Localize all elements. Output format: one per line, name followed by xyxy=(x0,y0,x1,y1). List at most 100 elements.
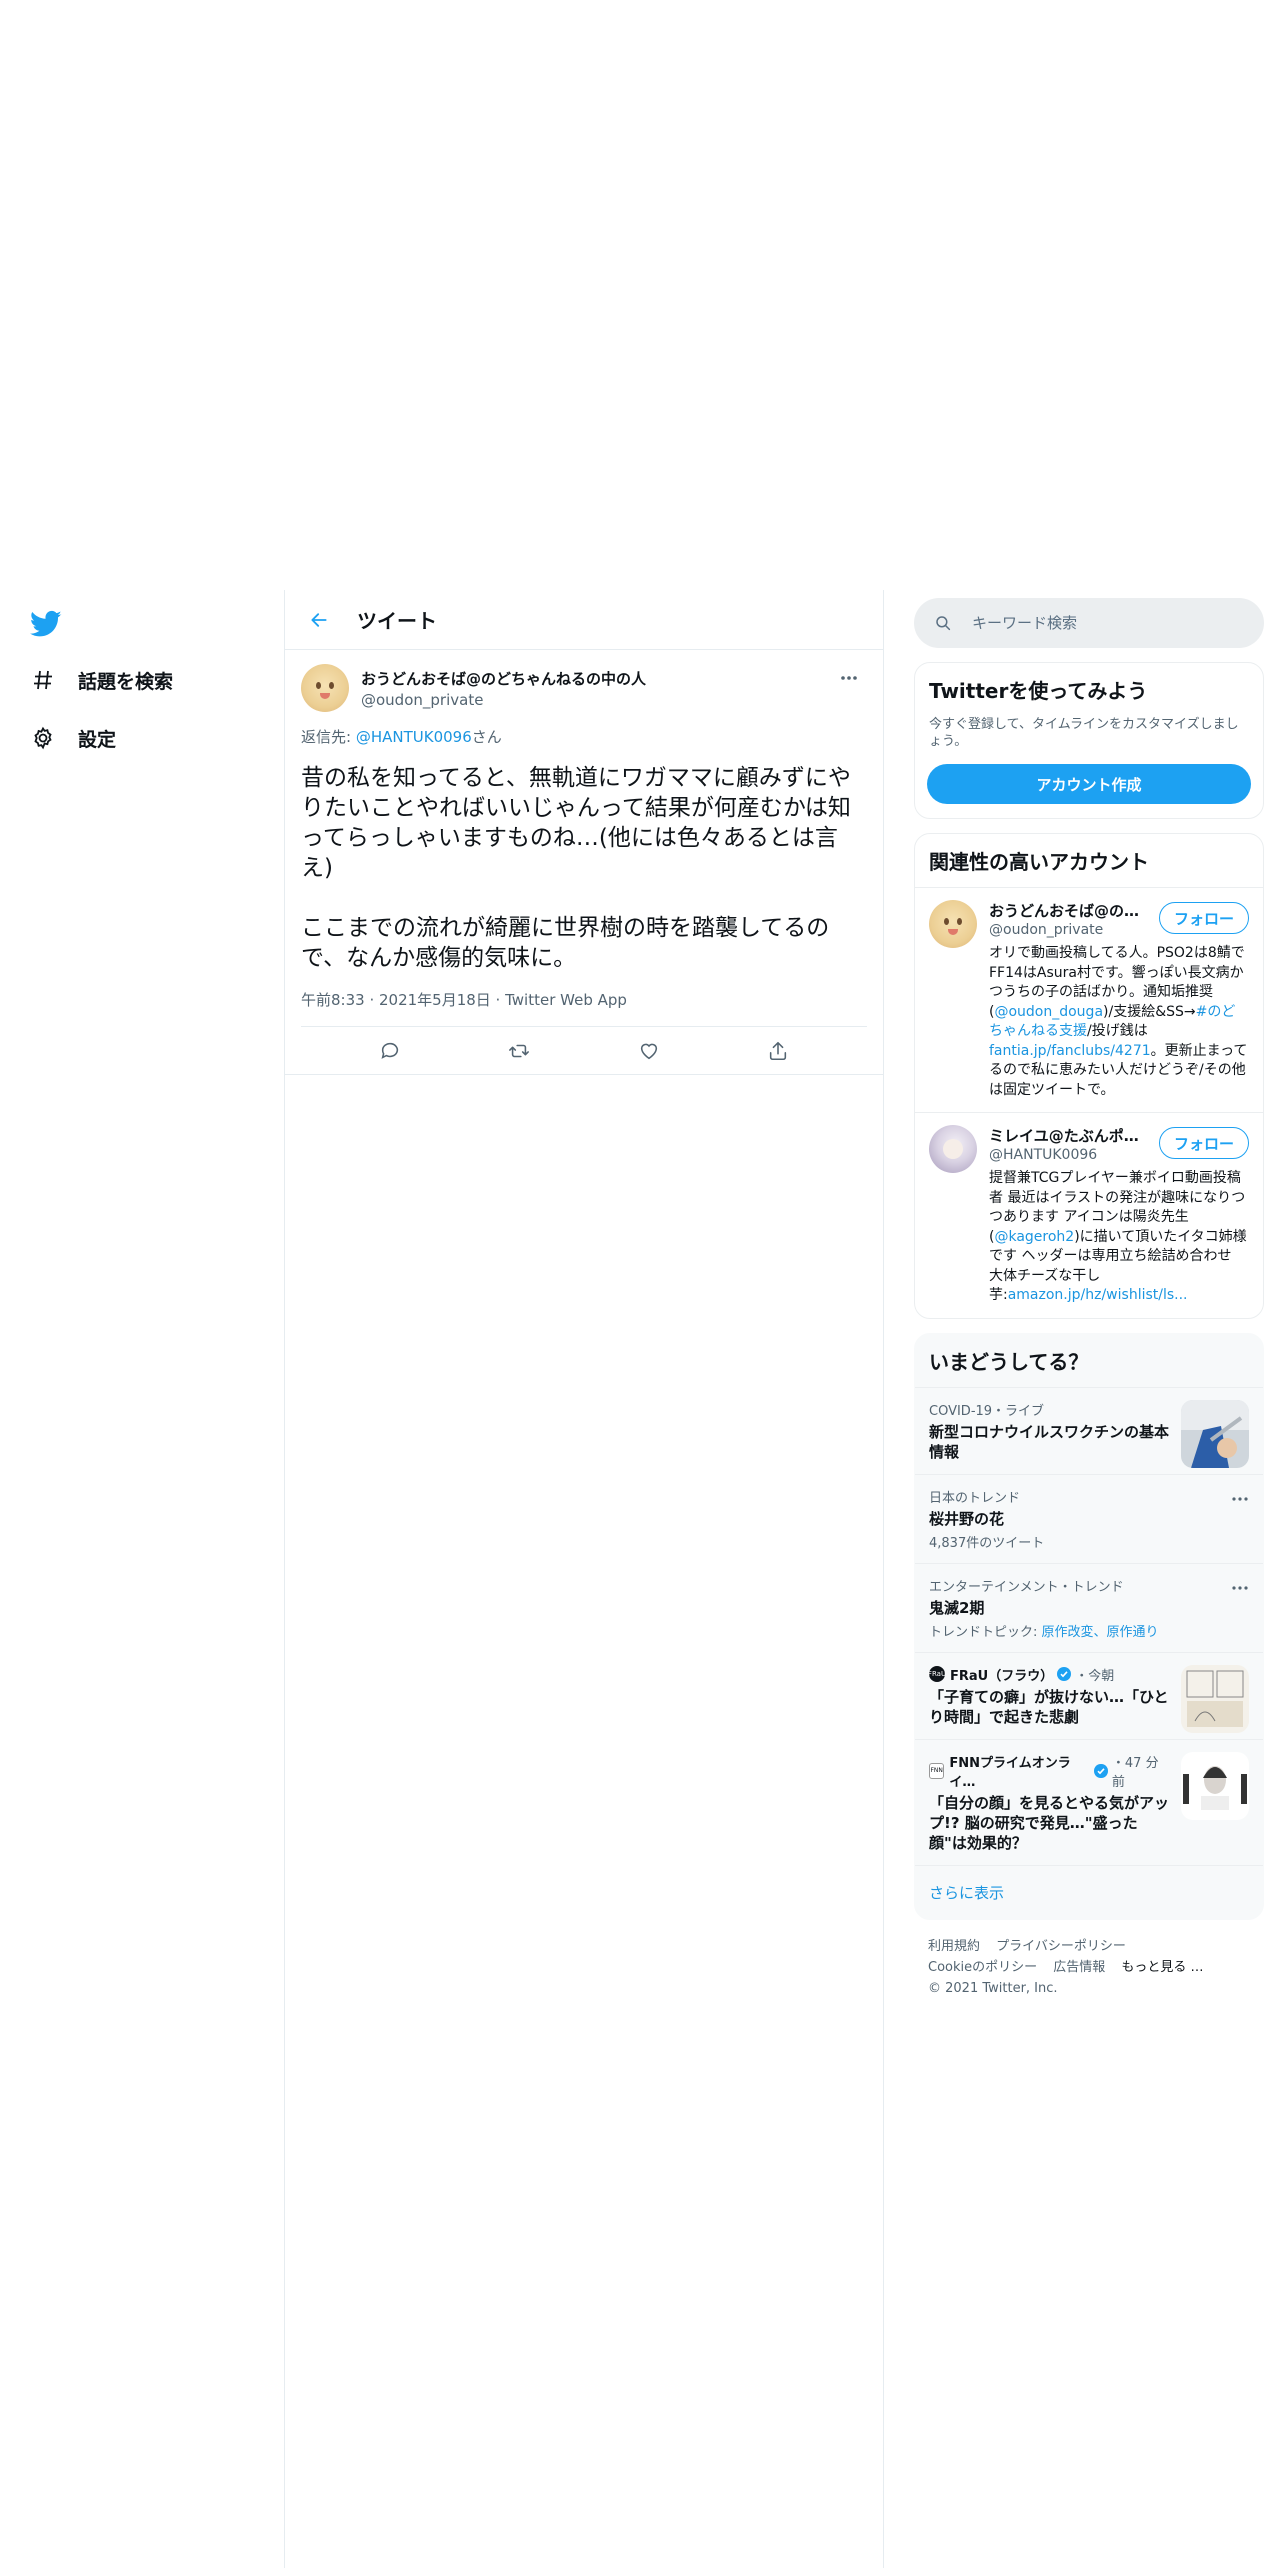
search-input[interactable] xyxy=(972,614,1232,632)
trends-title: いまどうしてる？ xyxy=(929,1349,1089,1374)
source-logo: FNN xyxy=(929,1762,945,1779)
create-account-button[interactable]: アカウント作成 xyxy=(927,764,1251,804)
trend-thumbnail xyxy=(1181,1751,1249,1820)
show-more-link[interactable]: さらに表示 xyxy=(915,1864,1263,1919)
footer: 利用規約 プライバシーポリシー Cookieのポリシー 広告情報 もっと見る …… xyxy=(914,1920,1264,2015)
news-time: ・47 分前 xyxy=(1111,1755,1159,1790)
verified-badge-icon xyxy=(1094,1763,1108,1778)
trend-category: エンターテインメント・トレンド xyxy=(929,1579,1124,1595)
tweet-timestamp[interactable]: 午前8:33 · 2021年5月18日 · Twitter Web App xyxy=(301,989,867,1027)
account-name[interactable]: ミレイユ@たぶんポ… xyxy=(989,1125,1149,1146)
back-button[interactable] xyxy=(299,600,339,640)
related-title: 関連性の高いアカウント xyxy=(929,850,1149,874)
signup-card: Twitterを使ってみよう 今すぐ登録して、タイムラインをカスタマイズしましょ… xyxy=(914,662,1264,819)
author-handle[interactable]: @oudon_private xyxy=(361,691,646,709)
bio-link[interactable]: @kageroh2 xyxy=(994,1229,1074,1245)
trend-topics: トレンドトピック: 原作改変、原作通り xyxy=(929,1621,1249,1640)
heart-icon xyxy=(640,1043,657,1059)
hashtag-icon xyxy=(30,667,56,693)
account-name[interactable]: おうどんおそば@の… xyxy=(989,900,1149,921)
footer-link-more[interactable]: もっと見る … xyxy=(1121,1960,1203,1975)
account-bio: オリで動画投稿してる人。PSO2は8鯖でFF14はAsura村です。響っぽい長文… xyxy=(989,944,1249,1100)
main-header: ツイート xyxy=(285,590,883,650)
search-bar[interactable] xyxy=(914,598,1264,648)
account-bio: 提督兼TCGプレイヤー兼ボイロ動画投稿者 最近はイラストの発注が趣味になりつつあ… xyxy=(989,1169,1249,1306)
nav-explore[interactable]: 話題を検索 xyxy=(30,660,173,700)
source-logo: FRaU xyxy=(928,1666,946,1682)
bio-link[interactable]: fantia.jp/fanclubs/4271 xyxy=(989,1043,1151,1059)
reply-to: 返信先: @HANTUK0096さん xyxy=(301,726,867,747)
reply-icon xyxy=(381,1042,398,1059)
tweet-text: 昔の私を知ってると、無軌道にワガママに顧みずにやりたいことやればいいじゃんって結… xyxy=(301,765,851,971)
retweet-button[interactable] xyxy=(499,1031,539,1071)
trend-title: 「自分の顔」を見るとやる気がアップ!? 脳の研究で発見…"盛った顔"は効果的？ xyxy=(929,1793,1170,1852)
verified-badge-icon xyxy=(1057,1667,1072,1681)
related-account[interactable]: おうどんおそば@の… @oudon_private オリで動画投稿してる人。PS… xyxy=(915,887,1263,1112)
source-name: FNNプライムオンライ… xyxy=(949,1755,1071,1790)
signup-title: Twitterを使ってみよう xyxy=(929,679,1148,703)
trend-category: COVID-19・ライブ xyxy=(929,1403,1045,1419)
share-icon xyxy=(770,1041,787,1060)
tweet-author: おうどんおそば@のどちゃんねるの中の人 @oudon_private xyxy=(301,650,867,726)
footer-link-ads[interactable]: 広告情報 xyxy=(1053,1960,1105,1975)
trend-item[interactable]: FNN FNNプライムオンライ… ・47 分前 「自分の顔」を見るとやる気がアッ… xyxy=(915,1738,1263,1865)
nav-settings[interactable]: 設定 xyxy=(30,718,116,758)
news-time: ・今朝 xyxy=(1075,1668,1115,1684)
more-options-icon[interactable] xyxy=(835,668,863,688)
trend-title: 新型コロナウイルスワクチンの基本情報 xyxy=(929,1422,1170,1461)
trend-thumbnail xyxy=(1181,1399,1249,1468)
reply-button[interactable] xyxy=(370,1031,410,1071)
nav-settings-label: 設定 xyxy=(78,728,117,751)
copyright: © 2021 Twitter, Inc. xyxy=(928,1980,1058,1996)
trend-title: 桜井野の花 xyxy=(929,1509,1005,1528)
twitter-logo-icon[interactable] xyxy=(29,608,62,640)
trend-category: 日本のトレンド xyxy=(929,1490,1021,1506)
related-account[interactable]: ミレイユ@たぶんポ… @HANTUK0096 提督兼TCGプレイヤー兼ボイロ動画… xyxy=(915,1112,1263,1318)
source-name: FRaU（フラウ） xyxy=(950,1668,1054,1684)
search-icon xyxy=(936,616,951,631)
account-avatar[interactable] xyxy=(929,900,977,948)
like-button[interactable] xyxy=(629,1031,669,1071)
follow-button[interactable]: フォロー xyxy=(1158,902,1249,934)
nav-explore-label: 話題を検索 xyxy=(78,670,174,693)
main-column: ツイート おうどんおそば@のどちゃんねるの中の人 @oudon_private … xyxy=(284,590,884,2568)
bio-text: /投げ銭は xyxy=(1087,1023,1148,1039)
reply-suffix: さん xyxy=(471,728,502,746)
gear-icon xyxy=(30,725,56,751)
author-avatar[interactable] xyxy=(301,664,349,712)
retweet-icon xyxy=(509,1044,530,1057)
bio-link[interactable]: amazon.jp/hz/wishlist/ls... xyxy=(1008,1287,1188,1303)
footer-link-privacy[interactable]: プライバシーポリシー xyxy=(996,1939,1126,1954)
tweet: おうどんおそば@のどちゃんねるの中の人 @oudon_private 返信先: … xyxy=(285,650,883,1075)
trend-topic-links[interactable]: 原作改変、原作通り xyxy=(1042,1625,1159,1640)
right-sidebar: Twitterを使ってみよう 今すぐ登録して、タイムラインをカスタマイズしましょ… xyxy=(914,598,1264,2015)
signup-subtitle: 今すぐ登録して、タイムラインをカスタマイズしましょう。 xyxy=(929,717,1239,749)
tweet-actions xyxy=(285,1027,883,1075)
author-name[interactable]: おうどんおそば@のどちゃんねるの中の人 xyxy=(361,668,646,689)
more-options-icon[interactable] xyxy=(1231,1487,1249,1506)
account-avatar[interactable] xyxy=(929,1125,977,1173)
reply-mention-link[interactable]: @HANTUK0096 xyxy=(356,728,472,746)
bio-link[interactable]: @oudon_douga xyxy=(994,1004,1103,1020)
news-source: FRaU FRaU（フラウ） ・今朝 xyxy=(928,1665,1169,1684)
arrow-left-icon xyxy=(311,612,327,627)
trend-item[interactable]: COVID-19・ライブ 新型コロナウイルスワクチンの基本情報 xyxy=(915,1386,1263,1474)
trend-title: 「子育ての癖」が抜けない…「ひとり時間」で起きた悲劇 xyxy=(929,1687,1169,1726)
follow-button[interactable]: フォロー xyxy=(1158,1127,1249,1159)
trends-card: いまどうしてる？ COVID-19・ライブ 新型コロナウイルスワクチンの基本情報… xyxy=(914,1332,1264,1920)
trend-thumbnail xyxy=(1181,1664,1249,1733)
trend-count: 4,837件のツイート xyxy=(929,1535,1045,1551)
trend-item[interactable]: エンターテインメント・トレンド 鬼滅2期 トレンドトピック: 原作改変、原作通り xyxy=(915,1562,1263,1652)
share-button[interactable] xyxy=(758,1031,798,1071)
more-options-icon[interactable] xyxy=(1231,1576,1249,1595)
news-source: FNN FNNプライムオンライ… ・47 分前 xyxy=(929,1752,1169,1790)
reply-prefix: 返信先: xyxy=(301,728,356,746)
footer-link-terms[interactable]: 利用規約 xyxy=(928,1939,980,1954)
trend-item[interactable]: FRaU FRaU（フラウ） ・今朝 「子育ての癖」が抜けない…「ひとり時間」で… xyxy=(915,1651,1263,1739)
bio-text: )/支援絵&SS→ xyxy=(1103,1003,1196,1020)
trend-item[interactable]: 日本のトレンド 桜井野の花 4,837件のツイート xyxy=(915,1473,1263,1563)
trend-title: 鬼滅2期 xyxy=(929,1598,985,1617)
page-title: ツイート xyxy=(357,609,437,633)
trend-topics-label: トレンドトピック: xyxy=(929,1624,1042,1640)
footer-link-cookies[interactable]: Cookieのポリシー xyxy=(928,1960,1037,1975)
